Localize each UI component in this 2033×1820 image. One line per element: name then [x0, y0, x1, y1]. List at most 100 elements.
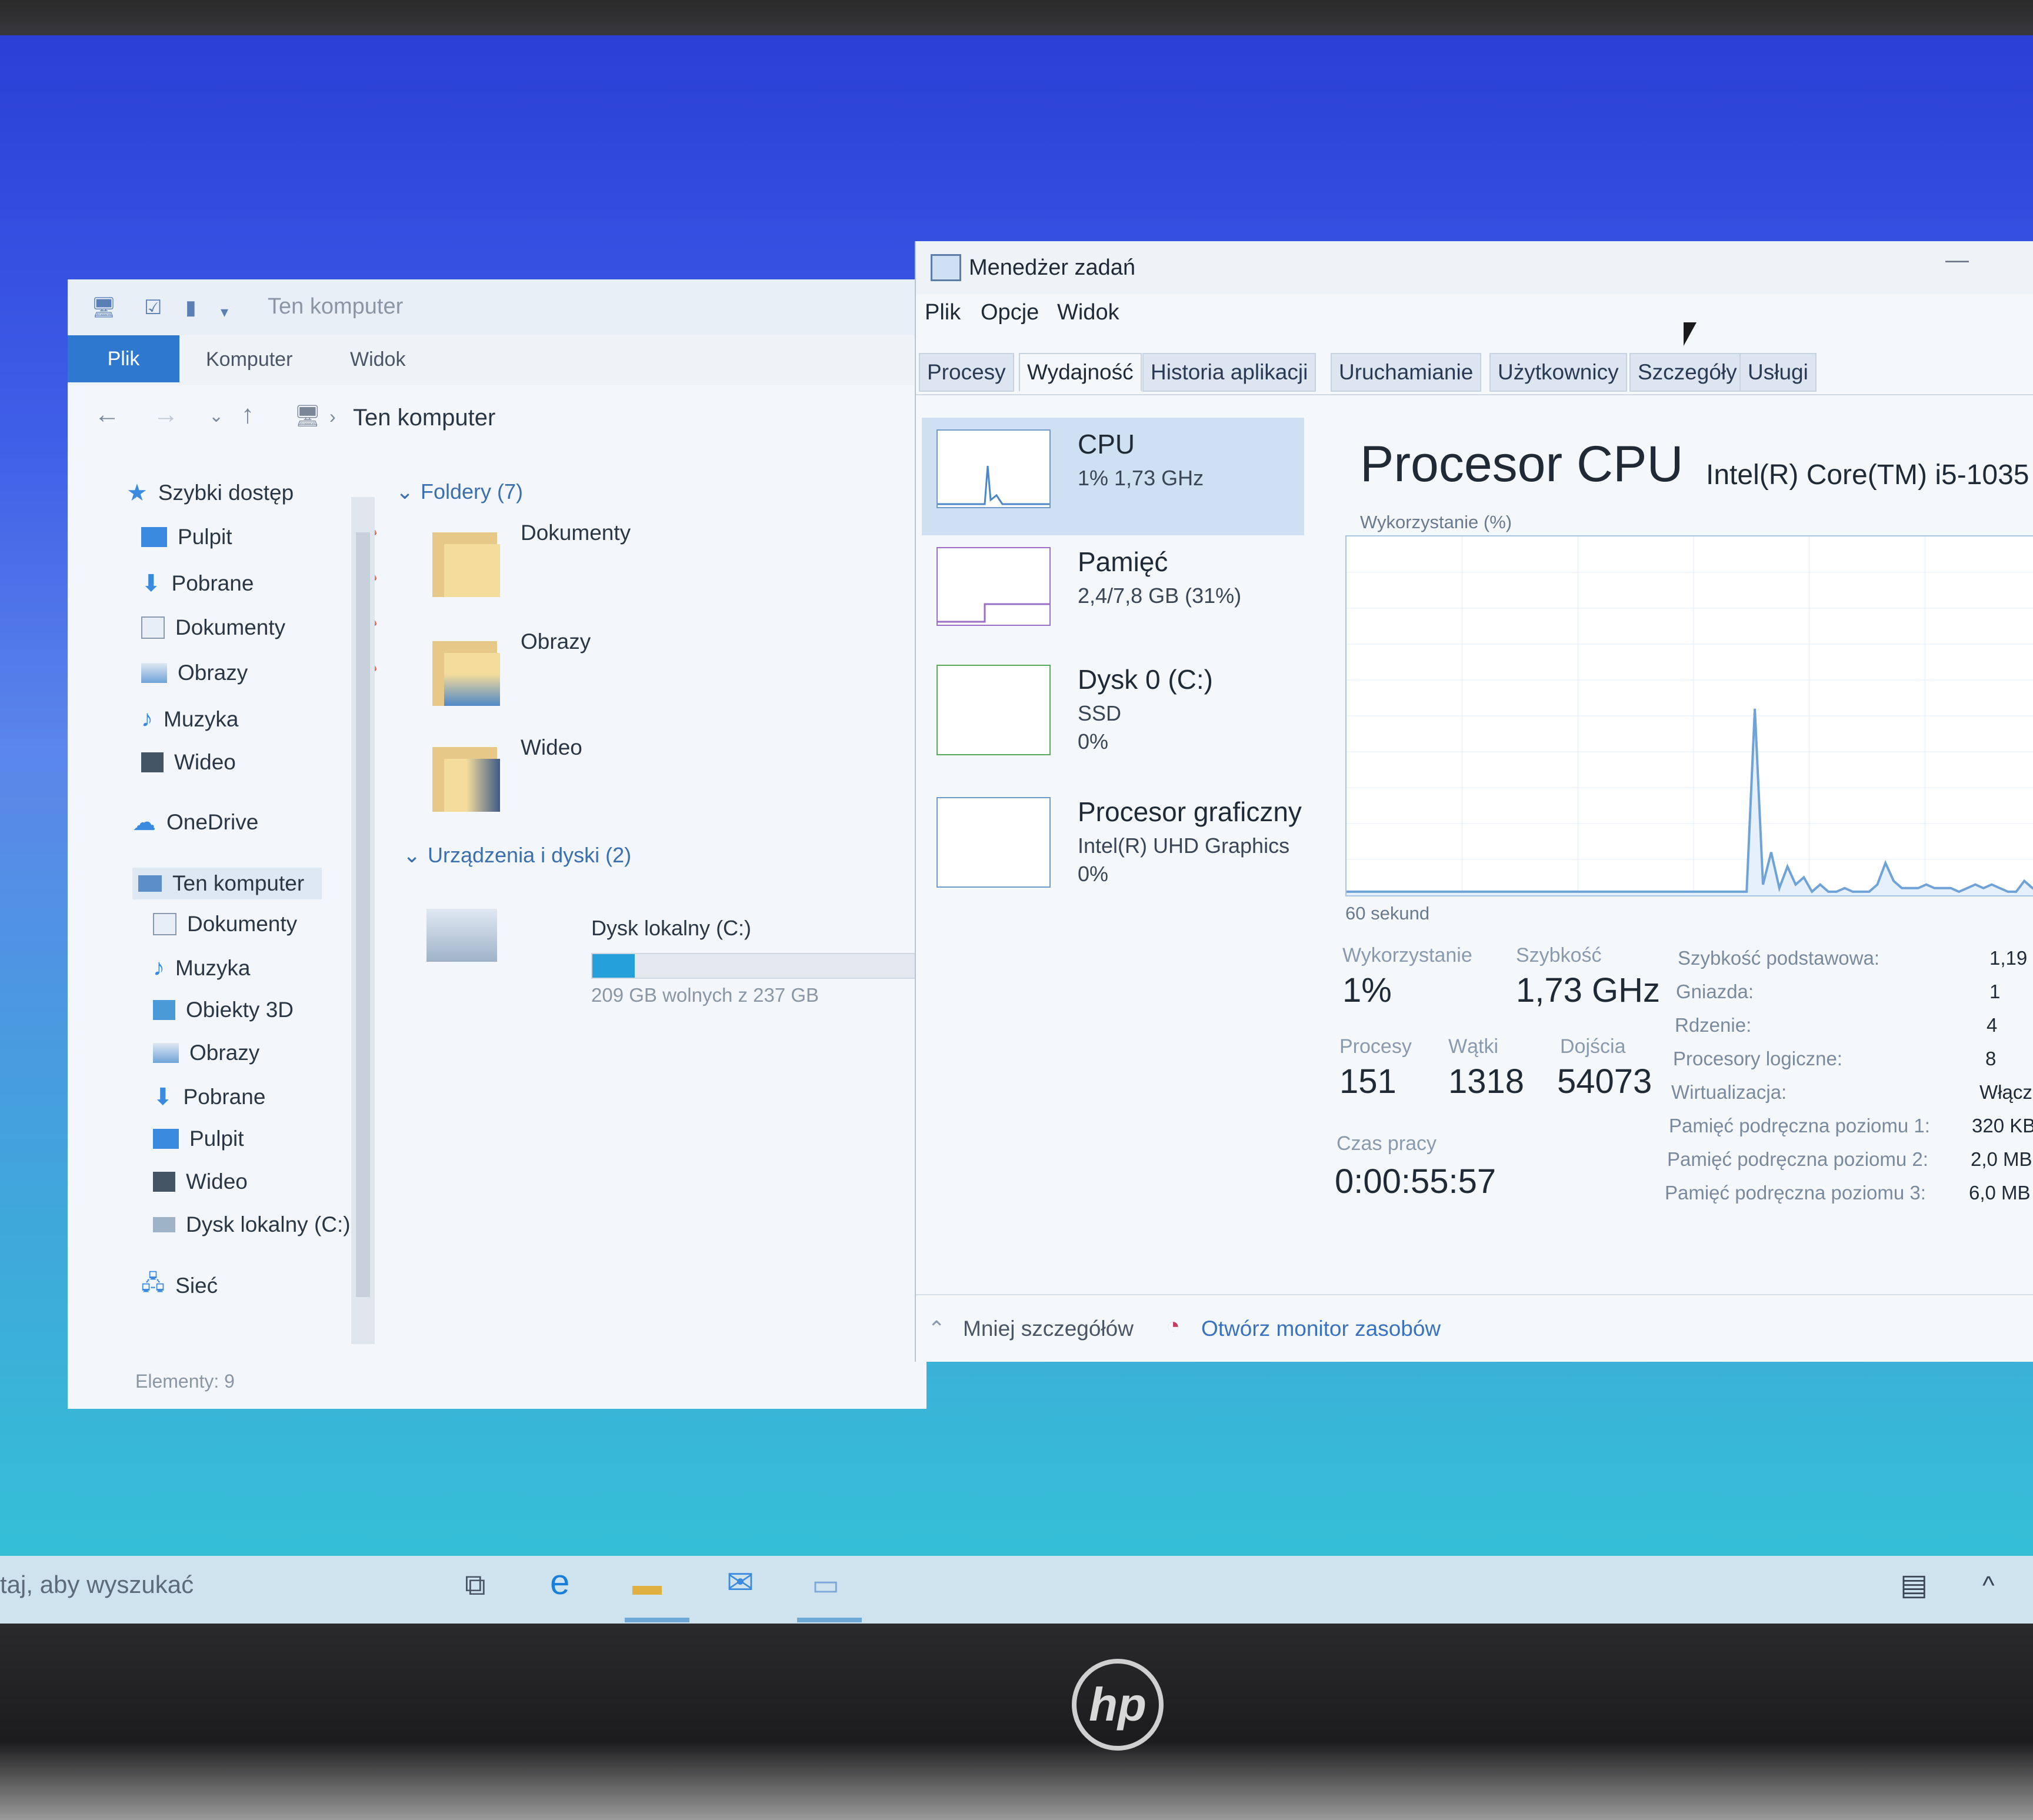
- sidebar-label: Dysk lokalny (C:): [186, 1212, 351, 1236]
- cpu-model: Intel(R) Core(TM) i5-1035: [1706, 459, 2029, 491]
- sidebar-item-muzyka[interactable]: ♪ Muzyka: [141, 706, 238, 732]
- sidebar-item-pc-dysk-c[interactable]: Dysk lokalny (C:): [153, 1212, 351, 1237]
- edge-browser-icon[interactable]: e: [550, 1562, 597, 1603]
- sidebar-item-onedrive[interactable]: ☁ OneDrive: [132, 809, 258, 836]
- detail-cores-value: 4: [1987, 1014, 1998, 1036]
- resource-gpu[interactable]: Procesor graficzny Intel(R) UHD Graphics…: [922, 785, 1304, 903]
- sidebar-item-pc-obiekty-3d[interactable]: Obiekty 3D: [153, 998, 294, 1022]
- stat-threads-value: 1318: [1448, 1062, 1525, 1101]
- sidebar-item-pc-wideo[interactable]: Wideo: [153, 1169, 248, 1194]
- sidebar-item-dokumenty[interactable]: Dokumenty: [141, 615, 285, 640]
- stat-processes-value: 151: [1339, 1062, 1397, 1101]
- computer-icon: [138, 875, 162, 892]
- sidebar-item-pc-pobrane[interactable]: ⬇ Pobrane: [153, 1084, 265, 1111]
- music-note-icon: ♪: [141, 706, 153, 732]
- tab-uruchamianie[interactable]: Uruchamianie: [1331, 353, 1482, 392]
- task-manager-icon: [931, 254, 961, 281]
- menu-opcje[interactable]: Opcje: [981, 300, 1039, 325]
- detail-cores-label: Rdzenie:: [1675, 1014, 1752, 1036]
- back-arrow-icon[interactable]: ←: [94, 400, 120, 429]
- quick-access-dropdown-icon[interactable]: ▾: [221, 303, 244, 326]
- sidebar-item-pc-dokumenty[interactable]: Dokumenty: [153, 912, 297, 936]
- sidebar-item-pobrane[interactable]: ⬇ Pobrane: [141, 570, 254, 597]
- open-resource-monitor-link[interactable]: Otwórz monitor zasobów: [1201, 1316, 1441, 1341]
- cpu-usage-area: [1347, 708, 2033, 895]
- folder-icon[interactable]: [432, 526, 503, 597]
- taskbar-search-box[interactable]: taj, aby wyszukać: [0, 1571, 194, 1599]
- sidebar-item-obrazy[interactable]: Obrazy: [141, 661, 248, 685]
- chevron-up-icon[interactable]: ^: [1982, 1571, 2029, 1612]
- file-explorer-icon[interactable]: ▬: [632, 1568, 679, 1609]
- sidebar-item-pc-muzyka[interactable]: ♪ Muzyka: [153, 955, 250, 981]
- tab-uzytkownicy[interactable]: Użytkownicy: [1489, 353, 1627, 392]
- folder-dokumenty[interactable]: Dokumenty: [521, 521, 631, 545]
- folder-icon[interactable]: [432, 635, 503, 706]
- forward-arrow-icon[interactable]: →: [153, 400, 179, 429]
- resource-cpu[interactable]: CPU 1% 1,73 GHz: [922, 418, 1304, 535]
- task-manager-taskbar-icon[interactable]: ▭: [812, 1568, 859, 1609]
- ribbon-tab-komputer[interactable]: Komputer: [206, 348, 292, 371]
- menu-widok[interactable]: Widok: [1057, 300, 1119, 325]
- tab-wydajnosc[interactable]: Wydajność: [1019, 353, 1142, 392]
- pictures-icon: [153, 1043, 179, 1063]
- resource-detail: 2,4/7,8 GB (31%): [1078, 584, 1242, 608]
- tab-historia-aplikacji[interactable]: Historia aplikacji: [1142, 353, 1317, 392]
- sidebar-item-quick-access[interactable]: ★ Szybki dostęp: [126, 479, 294, 506]
- task-manager-window: Menedżer zadań — Plik Opcje Widok Proces…: [915, 241, 2033, 1362]
- mail-icon[interactable]: ✉: [726, 1563, 774, 1604]
- action-center-icon[interactable]: ▤: [1900, 1568, 1947, 1609]
- chevron-down-icon[interactable]: ⌄: [396, 479, 414, 504]
- memory-mini-graph: [936, 547, 1051, 626]
- address-path[interactable]: Ten komputer: [353, 405, 495, 431]
- drive-name[interactable]: Dysk lokalny (C:): [591, 916, 751, 941]
- properties-checkbox-icon[interactable]: ☑: [144, 296, 168, 319]
- address-bar-row: ← → ⌄ ↑ 🖥 › Ten komputer: [68, 388, 926, 447]
- sidebar-label: OneDrive: [166, 810, 259, 834]
- sidebar-item-wideo[interactable]: Wideo: [141, 750, 236, 775]
- detail-sockets-value: 1: [1989, 981, 2001, 1002]
- sidebar-label: Pobrane: [171, 571, 254, 595]
- sidebar-item-siec[interactable]: 🖧 Sieć: [141, 1268, 218, 1304]
- sidebar-item-pc-obrazy[interactable]: Obrazy: [153, 1041, 259, 1065]
- sidebar-item-ten-komputer[interactable]: Ten komputer: [132, 868, 322, 899]
- tab-szczegoly[interactable]: Szczegóły: [1629, 353, 1745, 392]
- sidebar-label: Szybki dostęp: [158, 481, 294, 505]
- utilization-axis-label: Wykorzystanie (%): [1360, 512, 1512, 532]
- drive-free-space: 209 GB wolnych z 237 GB: [591, 984, 819, 1006]
- tab-procesy[interactable]: Procesy: [919, 353, 1014, 392]
- chevron-right-icon: ›: [329, 406, 336, 427]
- group-header-urzadzenia[interactable]: Urządzenia i dyski (2): [428, 843, 631, 868]
- fewer-details-link[interactable]: Mniej szczegółów: [963, 1316, 1134, 1341]
- music-note-icon: ♪: [153, 955, 165, 981]
- cloud-icon: ☁: [132, 809, 156, 835]
- folder-obrazy[interactable]: Obrazy: [521, 629, 591, 654]
- document-icon: [141, 616, 165, 639]
- chevron-up-icon[interactable]: ⌃: [928, 1316, 945, 1341]
- resource-memory[interactable]: Pamięć 2,4/7,8 GB (31%): [922, 535, 1304, 653]
- sidebar-item-pc-pulpit[interactable]: Pulpit: [153, 1126, 244, 1151]
- resource-monitor-icon[interactable]: ◔: [1166, 1313, 1180, 1339]
- folder-icon[interactable]: [432, 741, 503, 812]
- menu-plik[interactable]: Plik: [925, 300, 961, 325]
- minimize-icon[interactable]: —: [1945, 247, 1969, 274]
- sidebar-label: Wideo: [174, 750, 236, 774]
- stat-uptime-label: Czas pracy: [1337, 1132, 1437, 1155]
- drive-icon[interactable]: [426, 909, 497, 962]
- scrollbar-thumb[interactable]: [356, 532, 370, 1297]
- folder-icon[interactable]: ▮: [185, 296, 209, 319]
- up-arrow-icon[interactable]: ↑: [241, 400, 254, 429]
- chevron-down-icon[interactable]: ⌄: [403, 843, 421, 868]
- sidebar-scrollbar[interactable]: [351, 497, 375, 1344]
- ribbon-tab-widok[interactable]: Widok: [350, 348, 405, 371]
- cube-3d-icon: [153, 1000, 175, 1020]
- group-header-foldery[interactable]: Foldery (7): [421, 479, 523, 504]
- tab-uslugi[interactable]: Usługi: [1739, 353, 1817, 392]
- recent-dropdown-icon[interactable]: ⌄: [209, 406, 224, 426]
- ribbon-tab-plik[interactable]: Plik: [68, 335, 179, 382]
- sidebar-label: Muzyka: [164, 706, 239, 731]
- sidebar-item-pulpit[interactable]: Pulpit: [141, 525, 232, 549]
- taskmgr-titlebar: Menedżer zadań —: [916, 241, 2033, 294]
- folder-wideo[interactable]: Wideo: [521, 735, 582, 760]
- task-view-icon[interactable]: ⧉: [465, 1568, 512, 1609]
- resource-disk[interactable]: Dysk 0 (C:) SSD 0%: [922, 653, 1304, 771]
